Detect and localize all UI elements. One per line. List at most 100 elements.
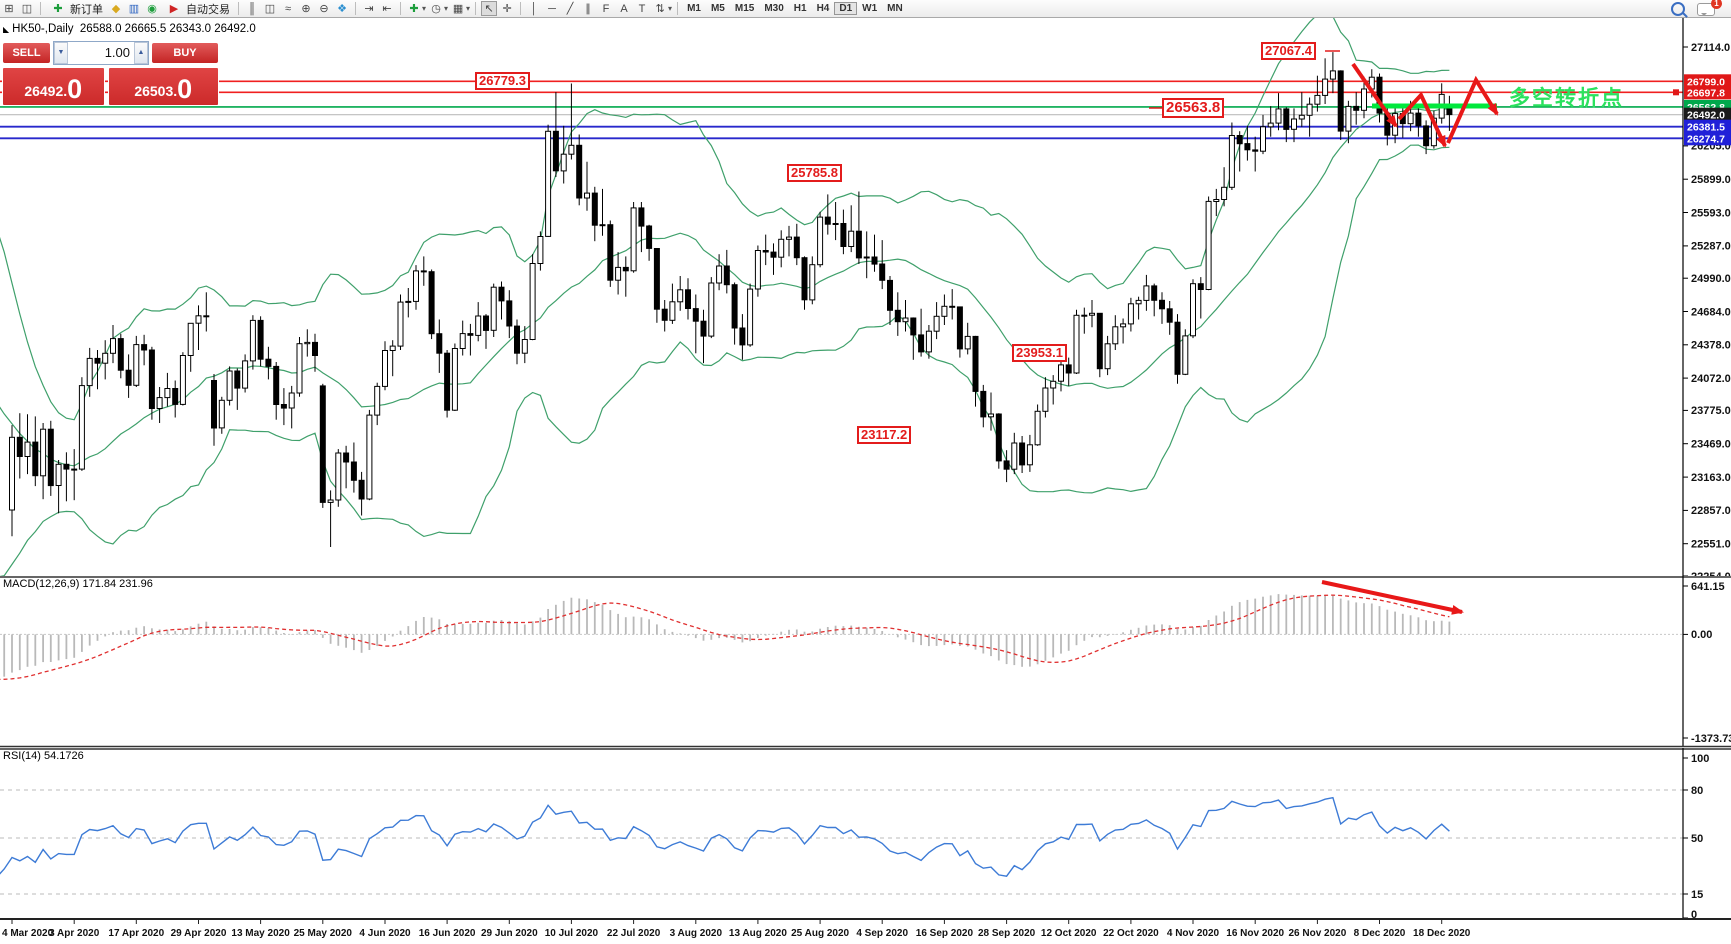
price-annotation-box[interactable]: 27067.4 bbox=[1261, 42, 1316, 60]
date-axis-label: 12 Oct 2020 bbox=[1041, 928, 1097, 939]
candlestick bbox=[631, 208, 636, 271]
line-selection-handle bbox=[1673, 89, 1679, 95]
turning-point-note[interactable]: 多空转折点 bbox=[1509, 82, 1624, 112]
candlestick bbox=[165, 389, 170, 398]
price-axis-label: 25593.0 bbox=[1691, 207, 1731, 219]
chart-shift-icon[interactable]: ⇤ bbox=[379, 1, 395, 16]
candlestick bbox=[794, 237, 799, 258]
candlestick bbox=[577, 145, 582, 198]
candlestick bbox=[219, 400, 224, 428]
candlestick bbox=[336, 453, 341, 500]
line-chart-icon[interactable]: ≈ bbox=[280, 1, 296, 16]
bar-chart-icon[interactable]: ║ bbox=[244, 1, 260, 16]
candlestick bbox=[996, 414, 1001, 461]
chart-window-icon[interactable]: ⊞ bbox=[1, 1, 17, 16]
candlestick bbox=[592, 193, 597, 225]
candlestick bbox=[1012, 443, 1017, 469]
buy-price-button[interactable]: 26503.0 bbox=[108, 67, 219, 106]
sell-button[interactable]: SELL bbox=[2, 42, 51, 64]
candlestick bbox=[235, 371, 240, 388]
periods-icon[interactable]: ◷ bbox=[428, 1, 444, 16]
price-annotation-box[interactable]: 25785.8 bbox=[787, 164, 842, 182]
price-annotation-box[interactable]: 23117.2 bbox=[857, 426, 911, 444]
candlestick bbox=[1175, 322, 1180, 374]
tab-h1[interactable]: H1 bbox=[789, 2, 812, 15]
candlestick bbox=[149, 350, 154, 409]
candlestick bbox=[281, 405, 286, 409]
volume-decrease-button[interactable]: ▼ bbox=[54, 42, 68, 64]
candlestick bbox=[134, 345, 139, 386]
candlestick bbox=[1090, 313, 1095, 315]
sell-price-main: 26492. bbox=[24, 79, 67, 103]
tab-m15[interactable]: M15 bbox=[730, 2, 759, 15]
candlestick bbox=[1160, 300, 1165, 309]
chevron-down-icon[interactable]: ▾ bbox=[444, 4, 448, 13]
arrows-icon[interactable]: ⇅ bbox=[652, 1, 668, 16]
candlestick bbox=[499, 287, 504, 301]
text-label-icon[interactable]: T bbox=[634, 1, 650, 16]
tab-m30[interactable]: M30 bbox=[759, 2, 788, 15]
horizontal-line-icon[interactable]: ─ bbox=[544, 1, 560, 16]
fibonacci-icon[interactable]: F bbox=[598, 1, 614, 16]
chart-preview-icon[interactable]: ◫ bbox=[19, 1, 35, 16]
candlestick bbox=[10, 437, 15, 510]
tab-d1[interactable]: D1 bbox=[834, 2, 857, 15]
chevron-down-icon[interactable]: ▾ bbox=[668, 4, 672, 13]
candlestick bbox=[515, 326, 520, 353]
candlestick bbox=[1051, 381, 1056, 388]
tab-m1[interactable]: M1 bbox=[682, 2, 706, 15]
tab-m5[interactable]: M5 bbox=[706, 2, 730, 15]
candlestick bbox=[585, 193, 590, 198]
candlestick bbox=[468, 334, 473, 336]
search-icon[interactable] bbox=[1671, 2, 1685, 16]
toolbar-separator bbox=[475, 2, 476, 15]
vertical-line-icon[interactable]: │ bbox=[526, 1, 542, 16]
rsi-panel[interactable]: 1008050150 bbox=[0, 748, 1731, 918]
auto-scroll-icon[interactable]: ⇥ bbox=[361, 1, 377, 16]
tile-windows-icon[interactable]: ❖ bbox=[334, 1, 350, 16]
buy-button[interactable]: BUY bbox=[151, 42, 219, 64]
candlestick bbox=[833, 224, 838, 225]
connection-icon[interactable]: ◉ bbox=[144, 1, 160, 16]
candlestick bbox=[903, 318, 908, 322]
candlestick-chart-icon[interactable]: ◫ bbox=[262, 1, 278, 16]
volume-increase-button[interactable]: ▲ bbox=[134, 42, 148, 64]
zoom-in-icon[interactable]: ⊕ bbox=[298, 1, 314, 16]
cursor-icon[interactable]: ↖ bbox=[481, 1, 497, 16]
date-axis[interactable]: 4 Mar 20203 Apr 202017 Apr 202029 Apr 20… bbox=[0, 918, 1731, 944]
new-order-button[interactable]: ✚ 新订单 bbox=[45, 1, 107, 17]
candlestick bbox=[48, 429, 53, 485]
price-chart-panel[interactable]: 27114.026205.025899.025593.025287.024990… bbox=[0, 17, 1731, 576]
date-axis-label: 29 Apr 2020 bbox=[171, 928, 227, 939]
candlestick bbox=[437, 334, 442, 354]
equidistant-channel-icon[interactable]: ∥ bbox=[580, 1, 596, 16]
indicators-icon[interactable]: ✚ bbox=[406, 1, 422, 16]
templates-icon[interactable]: ▦ bbox=[450, 1, 466, 16]
chevron-down-icon[interactable]: ▾ bbox=[422, 4, 426, 13]
price-annotation-box[interactable]: 26779.3 bbox=[475, 72, 530, 90]
highlighter-icon[interactable]: ◆ bbox=[108, 1, 124, 16]
candlestick bbox=[367, 415, 372, 499]
trendline-icon[interactable]: ╱ bbox=[562, 1, 578, 16]
text-icon[interactable]: A bbox=[616, 1, 632, 16]
macd-panel[interactable]: 641.150.00-1373.73 bbox=[0, 576, 1731, 748]
crosshair-icon[interactable]: ✛ bbox=[499, 1, 515, 16]
chevron-down-icon[interactable]: ▾ bbox=[466, 4, 470, 13]
autotrading-button[interactable]: ▶ 自动交易 bbox=[161, 1, 234, 17]
tab-mn[interactable]: MN bbox=[882, 2, 908, 15]
date-axis-label: 10 Jul 2020 bbox=[545, 928, 599, 939]
tab-h4[interactable]: H4 bbox=[812, 2, 835, 15]
candlestick bbox=[1245, 144, 1250, 150]
zoom-out-icon[interactable]: ⊖ bbox=[316, 1, 332, 16]
price-annotation-box[interactable]: 26563.8 bbox=[1162, 98, 1224, 118]
data-window-icon[interactable]: ▥ bbox=[126, 1, 142, 16]
notifications-icon[interactable]: 1 bbox=[1697, 3, 1715, 16]
date-axis-label: 4 Jun 2020 bbox=[359, 928, 411, 939]
volume-value[interactable]: 1.00 bbox=[68, 45, 134, 60]
sell-price-button[interactable]: 26492.0 bbox=[2, 67, 105, 106]
tab-w1[interactable]: W1 bbox=[857, 2, 882, 15]
date-axis-label: 25 Aug 2020 bbox=[791, 928, 849, 939]
candlestick bbox=[157, 398, 162, 409]
candlestick bbox=[522, 340, 527, 354]
price-annotation-box[interactable]: 23953.1 bbox=[1012, 344, 1067, 362]
